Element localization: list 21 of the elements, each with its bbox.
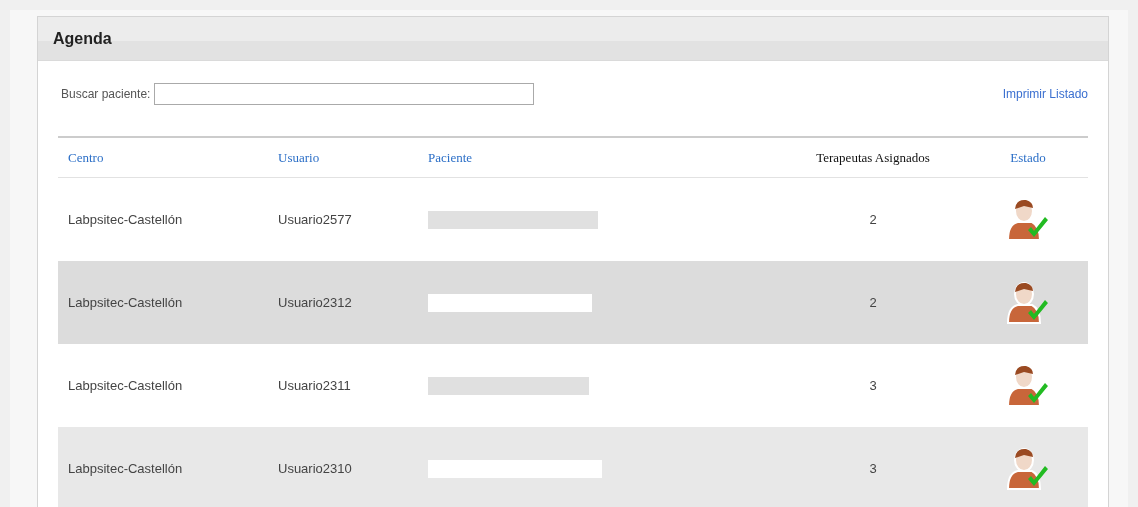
table-cell: Usuario2312: [278, 295, 352, 310]
column-header: Terapeutas Asignados: [778, 137, 968, 178]
table-cell: Usuario2577: [278, 212, 352, 227]
print-link[interactable]: Imprimir Listado: [1002, 87, 1088, 101]
table-cell: Usuario2310: [278, 461, 352, 476]
column-sort-link[interactable]: Usuario: [268, 137, 418, 178]
table-cell: 3: [869, 461, 877, 476]
column-sort-link[interactable]: Paciente: [418, 137, 778, 178]
table-cell: Labpsitec-Castellón: [68, 295, 183, 310]
column-sort-link[interactable]: Estado: [968, 137, 1088, 178]
column-sort-link[interactable]: Centro: [58, 137, 268, 178]
table-cell: Labpsitec-Castellón: [68, 212, 183, 227]
panel-title: Agenda: [53, 29, 112, 48]
search-label: Buscar paciente:: [61, 87, 151, 101]
table-cell: Usuario2311: [278, 378, 351, 393]
table-cell: Labpsitec-Castellón: [68, 461, 183, 476]
table-cell: Labpsitec-Castellón: [68, 378, 183, 393]
table-cell: 2: [869, 295, 877, 310]
search-field[interactable]: [154, 83, 535, 105]
table-cell: 3: [869, 378, 877, 393]
table-cell: 2: [869, 212, 877, 227]
